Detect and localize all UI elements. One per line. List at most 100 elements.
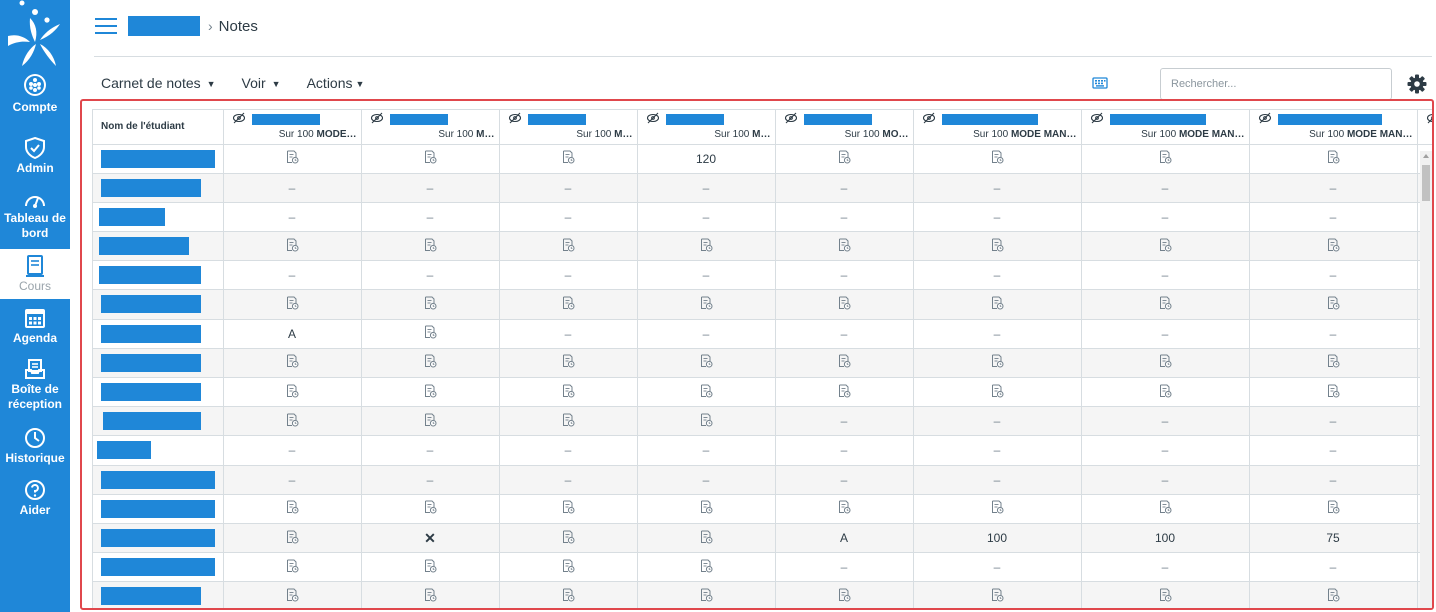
grade-cell[interactable] xyxy=(1081,377,1250,408)
view-menu[interactable]: Voir ▼ xyxy=(242,75,281,91)
grade-cell[interactable] xyxy=(637,406,776,437)
grade-cell[interactable] xyxy=(361,377,500,408)
nav-admin[interactable]: Admin xyxy=(0,137,70,181)
student-name-redacted[interactable] xyxy=(101,383,201,401)
student-name-redacted[interactable] xyxy=(101,178,201,197)
grade-cell[interactable] xyxy=(223,581,362,608)
grade-cell[interactable]: – xyxy=(775,435,914,466)
grade-cell[interactable] xyxy=(499,377,638,408)
grade-cell[interactable] xyxy=(1081,144,1250,174)
grade-cell[interactable] xyxy=(361,231,500,262)
grade-cell[interactable] xyxy=(775,231,914,262)
student-name-redacted[interactable] xyxy=(101,324,201,343)
grade-cell[interactable]: 100 xyxy=(1081,523,1250,554)
grade-cell[interactable] xyxy=(637,581,776,608)
grade-cell[interactable]: A xyxy=(775,523,914,554)
grade-cell[interactable] xyxy=(223,523,362,554)
grade-cell[interactable] xyxy=(361,319,500,349)
grade-cell[interactable]: – xyxy=(775,173,914,203)
grade-cell[interactable]: – xyxy=(223,202,362,233)
grade-cell[interactable] xyxy=(223,348,362,379)
grade-cell[interactable] xyxy=(637,494,776,524)
grade-cell[interactable]: – xyxy=(913,465,1082,495)
grade-cell[interactable] xyxy=(637,552,776,583)
grade-cell[interactable]: – xyxy=(637,465,776,495)
student-name-cell[interactable] xyxy=(93,319,224,349)
grade-cell[interactable] xyxy=(913,377,1082,408)
student-name-redacted[interactable] xyxy=(101,295,201,314)
grade-cell[interactable] xyxy=(1249,494,1418,524)
grade-cell[interactable] xyxy=(637,231,776,262)
grade-cell[interactable]: 100 xyxy=(913,523,1082,554)
grade-cell[interactable] xyxy=(775,377,914,408)
grade-cell[interactable] xyxy=(361,289,500,320)
grade-cell[interactable] xyxy=(1081,581,1250,608)
grade-cell[interactable] xyxy=(775,494,914,524)
grade-cell[interactable] xyxy=(913,348,1082,379)
keyboard-shortcuts-icon[interactable] xyxy=(1092,77,1108,89)
grade-cell[interactable]: – xyxy=(223,173,362,203)
assignment-column-header[interactable]: Sur 100 M… xyxy=(637,110,776,145)
grade-cell[interactable]: 120 xyxy=(637,144,776,174)
assignment-column-header[interactable]: Sur 100 M xyxy=(1417,110,1432,145)
student-name-redacted[interactable] xyxy=(99,266,201,285)
grade-cell[interactable]: – xyxy=(499,202,638,233)
grade-cell[interactable]: – xyxy=(637,173,776,203)
grade-cell[interactable]: – xyxy=(1249,406,1418,437)
grade-cell[interactable] xyxy=(361,406,500,437)
grade-cell[interactable]: – xyxy=(637,260,776,291)
student-name-redacted[interactable] xyxy=(101,499,215,518)
grade-cell[interactable] xyxy=(1081,231,1250,262)
nav-calendar[interactable]: Agenda xyxy=(0,307,70,351)
grade-cell[interactable]: – xyxy=(1081,173,1250,203)
grade-cell[interactable] xyxy=(1081,348,1250,379)
grade-cell[interactable]: – xyxy=(775,260,914,291)
grade-cell[interactable] xyxy=(775,348,914,379)
student-name-cell[interactable] xyxy=(93,260,224,291)
grade-cell[interactable]: – xyxy=(775,552,914,583)
student-name-cell[interactable] xyxy=(93,523,224,554)
student-name-cell[interactable] xyxy=(93,289,224,320)
student-name-redacted[interactable] xyxy=(97,441,151,460)
grade-cell[interactable] xyxy=(913,289,1082,320)
assignment-column-header[interactable]: Sur 100 M… xyxy=(499,110,638,145)
grade-cell[interactable]: – xyxy=(913,319,1082,349)
grade-cell[interactable]: – xyxy=(1249,552,1418,583)
grade-cell[interactable] xyxy=(223,494,362,524)
assignment-column-header[interactable]: Sur 100 MO… xyxy=(775,110,914,145)
grade-cell[interactable] xyxy=(1249,231,1418,262)
assignment-column-header[interactable]: Sur 100 M… xyxy=(361,110,500,145)
grade-cell[interactable] xyxy=(223,552,362,583)
grade-cell[interactable]: – xyxy=(775,406,914,437)
assignment-column-header[interactable]: Sur 100 MODE MAN… xyxy=(1081,110,1250,145)
grade-cell[interactable]: – xyxy=(499,435,638,466)
grade-cell[interactable] xyxy=(913,144,1082,174)
grade-cell[interactable] xyxy=(361,552,500,583)
grid-vertical-scrollbar[interactable] xyxy=(1420,151,1432,608)
grade-cell[interactable] xyxy=(913,581,1082,608)
grade-cell[interactable] xyxy=(1081,289,1250,320)
grade-cell[interactable] xyxy=(775,289,914,320)
grade-cell[interactable]: – xyxy=(1081,435,1250,466)
grade-cell[interactable] xyxy=(1249,377,1418,408)
grade-cell[interactable] xyxy=(1081,494,1250,524)
nav-history[interactable]: Historique xyxy=(0,427,70,471)
grade-cell[interactable]: – xyxy=(223,260,362,291)
assignment-column-header[interactable]: Sur 100 MODE… xyxy=(223,110,362,145)
grade-cell[interactable]: – xyxy=(637,319,776,349)
search-input[interactable] xyxy=(1160,68,1392,100)
student-name-cell[interactable] xyxy=(93,494,224,524)
grade-cell[interactable]: – xyxy=(1249,465,1418,495)
nav-account[interactable]: Compte xyxy=(0,72,70,122)
nav-dashboard[interactable]: Tableau de bord xyxy=(0,191,70,247)
grade-cell[interactable]: – xyxy=(1249,173,1418,203)
nav-inbox[interactable]: Boîte de réception xyxy=(0,358,70,416)
grade-cell[interactable] xyxy=(223,289,362,320)
grade-cell[interactable] xyxy=(637,348,776,379)
grade-cell[interactable]: – xyxy=(499,319,638,349)
grade-cell[interactable]: – xyxy=(223,465,362,495)
grade-cell[interactable]: – xyxy=(1249,202,1418,233)
grade-cell[interactable] xyxy=(775,581,914,608)
grade-cell[interactable] xyxy=(499,231,638,262)
grade-cell[interactable] xyxy=(499,348,638,379)
